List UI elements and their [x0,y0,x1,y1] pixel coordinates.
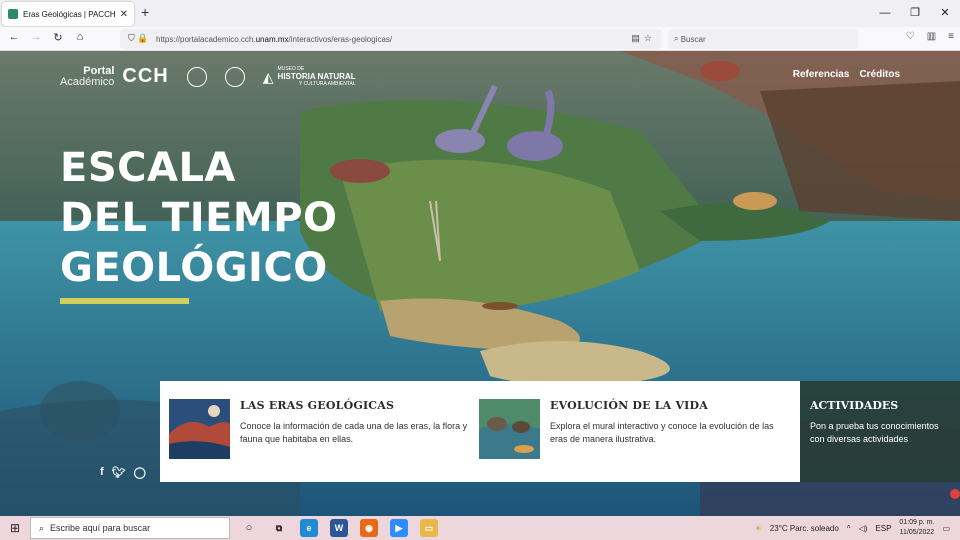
cards-panel: LAS ERAS GEOLÓGICAS Conoce la informació… [160,381,800,482]
cch-seal-icon [224,66,245,87]
edge-icon[interactable]: e [300,519,318,537]
taskbar-apps: ○ ⧉ e W ◉ ▶ ▭ [240,519,438,537]
whatsapp-icon[interactable]: ◯ [134,466,146,479]
close-window-icon[interactable]: ✕ [930,0,960,27]
museo-logo: ◭ MUSEO DE HISTORIA NATURAL Y CULTURA AM… [263,66,356,87]
social-links: f 🐦︎ ◯ [100,466,146,479]
taskview-icon[interactable]: ⧉ [270,519,288,537]
card-eras-text: Conoce la información de cada una de las… [240,421,468,444]
card-eras[interactable]: LAS ERAS GEOLÓGICAS Conoce la informació… [169,399,479,482]
dinosaur-skull-icon: ◭ [262,68,274,85]
eras-thumbnail [169,399,230,459]
url-path: /interactivos/eras-geologicas/ [288,34,393,44]
tab-bar: Eras Geológicas | PACCH ✕ + — ❐ ✕ [0,0,960,27]
firefox-icon[interactable]: ◉ [360,519,378,537]
site-header: Portal Académico CCH ◭ MUSEO DE HISTORIA… [60,65,356,88]
minimize-icon[interactable]: — [870,0,900,27]
window-controls: — ❐ ✕ [870,0,960,27]
page-title: ESCALA DEL TIEMPO GEOLÓGICO [60,143,338,293]
facebook-icon[interactable]: f [100,466,104,479]
shield-lock-icon: ⛉ 🔒 [128,33,149,43]
url-domain: unam.mx [255,34,289,44]
twitter-icon[interactable]: 🐦︎ [112,466,126,479]
url-prefix: https://portalacademico.cch. [156,34,256,44]
restore-icon[interactable]: ❐ [900,0,930,27]
pocket-icon[interactable]: ♡ [906,31,915,42]
nav-creditos[interactable]: Créditos [859,69,900,80]
hero-banner: Portal Académico CCH ◭ MUSEO DE HISTORIA… [0,51,960,516]
tray-chevron-icon[interactable]: ^ [847,524,851,533]
museo-big-text: HISTORIA NATURAL [277,72,356,81]
portal-logo-line2: Académico [60,75,115,88]
windows-taskbar: ⊞ ⌕ Escribe aquí para buscar ○ ⧉ e W ◉ ▶… [0,516,960,540]
language-indicator[interactable]: ESP [875,524,891,533]
sidebar-icon[interactable]: ▥ [927,31,936,42]
title-line-2: DEL TIEMPO [60,195,338,241]
taskbar-search-placeholder: Escribe aquí para buscar [50,523,151,533]
menu-icon[interactable]: ≡ [948,31,954,42]
folder-icon[interactable]: ▭ [420,519,438,537]
system-tray: ☀ 23°C Parc. soleado ^ ◁) ESP 01:09 p. m… [755,516,960,540]
title-line-1: ESCALA [60,145,236,191]
volume-icon[interactable]: ◁) [859,524,868,533]
unam-seal-icon [186,66,207,87]
portal-logo[interactable]: Portal Académico [60,64,115,88]
card-eras-title: LAS ERAS GEOLÓGICAS [240,399,395,412]
tab-title: Eras Geológicas | PACCH [23,9,116,19]
title-underline [60,298,189,304]
favicon-icon [8,9,18,19]
back-icon[interactable]: ← [6,31,22,43]
cch-logo[interactable]: CCH [122,65,168,88]
reader-bookmark-icon[interactable]: ▤☆ [631,33,656,44]
nav-referencias[interactable]: Referencias [793,69,850,80]
weather-text[interactable]: 23°C Parc. soleado [770,524,839,533]
clock[interactable]: 01:09 p. m. 11/05/2022 [899,518,934,538]
reload-icon[interactable]: ↻ [50,31,66,44]
title-line-3: GEOLÓGICO [60,245,328,291]
card-evolucion-title: EVOLUCIÓN DE LA VIDA [550,399,709,412]
actividades-title: ACTIVIDADES [810,399,899,412]
top-nav: Referencias Créditos [793,69,900,80]
word-icon[interactable]: W [330,519,348,537]
active-tab[interactable]: Eras Geológicas | PACCH ✕ [2,2,134,26]
evolucion-thumbnail [479,399,540,459]
card-evolucion-text: Explora el mural interactivo y conoce la… [550,421,774,444]
window-icon[interactable]: ⊞ [0,521,30,535]
search-icon: ⌕ [674,34,681,43]
weather-icon: ☀ [754,523,762,533]
nav-bar: ← → ↻ ⌂ ⛉ 🔒 https://portalacademico.cch.… [0,27,960,51]
home-icon[interactable]: ⌂ [72,31,88,43]
card-actividades[interactable]: ACTIVIDADES Pon a prueba tus conocimient… [800,381,960,482]
search-placeholder: Buscar [680,34,706,44]
url-bar[interactable]: ⛉ 🔒 https://portalacademico.cch. unam.mx /… [120,29,662,49]
clock-date: 11/05/2022 [899,529,935,536]
clock-time: 01:09 p. m. [899,519,935,526]
close-tab-icon[interactable]: ✕ [120,9,128,20]
forward-icon[interactable]: → [28,31,44,43]
notifications-icon[interactable]: ▭ [942,524,950,533]
cortana-icon[interactable]: ○ [240,519,258,537]
new-tab-button[interactable]: + [141,4,149,20]
search-input[interactable]: ⌕ Buscar [668,29,858,49]
card-evolucion[interactable]: EVOLUCIÓN DE LA VIDA Explora el mural in… [479,399,789,482]
zoom-icon[interactable]: ▶ [390,519,408,537]
toolbar-icons: ♡ ▥ ≡ [906,31,954,42]
taskbar-search[interactable]: ⌕ Escribe aquí para buscar [30,517,230,539]
actividades-text: Pon a prueba tus conocimientos con diver… [810,421,939,444]
museo-sub-text: Y CULTURA AMBIENTAL [298,81,356,87]
browser-chrome: Eras Geológicas | PACCH ✕ + — ❐ ✕ ← → ↻ … [0,0,960,51]
portal-logo-line1: Portal [83,64,115,77]
search-icon: ⌕ [39,522,45,533]
